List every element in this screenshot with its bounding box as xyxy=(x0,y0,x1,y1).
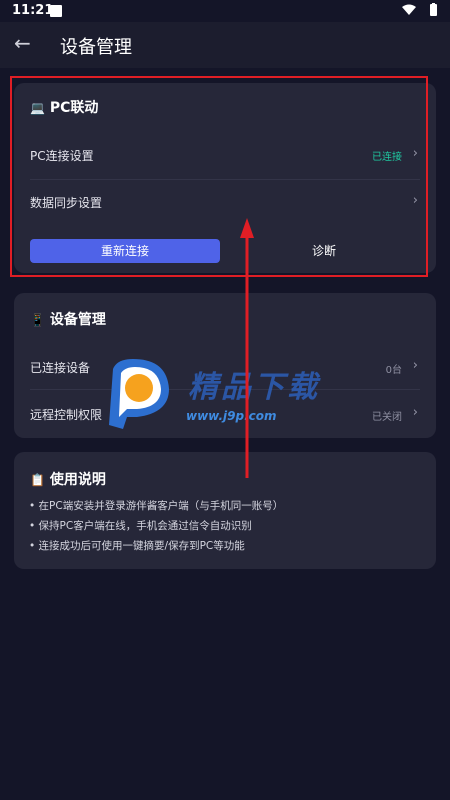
app-bar: ← 设备管理 xyxy=(0,22,450,68)
notification-icon xyxy=(50,5,62,17)
annotation-arrow xyxy=(240,218,254,478)
watermark-logo-icon xyxy=(109,359,169,429)
status-bar: 11:21 xyxy=(0,0,450,22)
page-title: 设备管理 xyxy=(60,37,132,58)
guide-line: • 保持PC客户端在线，手机会通过信令自动识别 xyxy=(29,520,252,532)
usage-guide-title: 📋 使用说明 xyxy=(30,469,106,489)
battery-icon xyxy=(430,4,437,16)
status-time: 11:21 xyxy=(12,3,54,18)
guide-line: • 连接成功后可使用一键摘要/保存到PC等功能 xyxy=(29,540,245,552)
connected-devices-label: 已连接设备 xyxy=(30,361,91,375)
chevron-right-icon: › xyxy=(412,358,418,373)
phone-icon: 📱 xyxy=(30,313,45,327)
guide-line: • 在PC端安装并登录游伴酱客户端（与手机同一账号） xyxy=(29,500,284,512)
device-management-title: 📱 设备管理 xyxy=(30,309,106,329)
usage-guide-list: • 在PC端安装并登录游伴酱客户端（与手机同一账号） • 保持PC客户端在线，手… xyxy=(29,496,283,556)
usage-guide-card: 📋 使用说明 • 在PC端安装并登录游伴酱客户端（与手机同一账号） • 保持PC… xyxy=(14,452,436,569)
back-arrow-icon[interactable]: ← xyxy=(14,32,36,54)
status-icons xyxy=(402,3,437,16)
watermark-url: www.j9p.com xyxy=(186,409,277,423)
clipboard-icon: 📋 xyxy=(30,473,45,487)
remote-control-permission-label: 远程控制权限 xyxy=(30,408,103,422)
highlight-box xyxy=(10,76,428,277)
connected-devices-count: 0台 xyxy=(385,365,402,376)
usage-guide-title-text: 使用说明 xyxy=(49,472,106,488)
device-management-title-text: 设备管理 xyxy=(49,312,106,328)
wifi-icon xyxy=(402,4,416,15)
remote-control-status: 已关闭 xyxy=(372,412,402,423)
chevron-right-icon: › xyxy=(412,405,418,420)
